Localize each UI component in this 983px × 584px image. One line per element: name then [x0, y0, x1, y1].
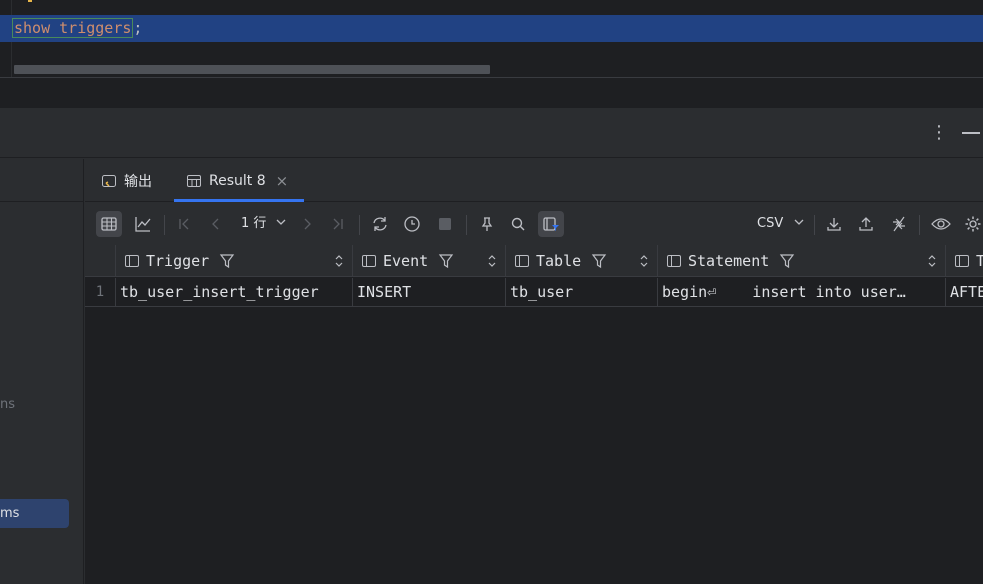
cell-statement[interactable]: begin⏎ insert into user… [658, 278, 946, 307]
toolbar-separator [164, 215, 165, 235]
gear-icon[interactable] [960, 211, 983, 237]
tab-output-label: 输出 [124, 173, 152, 190]
tool-window-header: ⋮ [0, 108, 983, 158]
search-icon[interactable] [505, 211, 531, 237]
compare-icon[interactable] [886, 211, 912, 237]
previous-page-icon[interactable] [203, 211, 229, 237]
lightbulb-icon[interactable] [24, 0, 36, 8]
tree-item[interactable]: ns [0, 395, 15, 415]
stop-icon[interactable] [432, 211, 458, 237]
column-label: T [976, 252, 983, 270]
column-label: Trigger [146, 252, 210, 270]
more-options-icon[interactable]: ⋮ [930, 122, 948, 144]
table-view-icon[interactable] [96, 211, 122, 237]
column-icon [361, 253, 377, 269]
sort-icon[interactable] [927, 254, 937, 268]
export-format-label: CSV [757, 216, 784, 231]
tree-item-selected[interactable]: ms [0, 499, 69, 528]
column-header-table[interactable]: Table [506, 245, 658, 277]
tab-result-label: Result 8 [209, 172, 266, 189]
column-header-timing[interactable]: T [946, 245, 983, 277]
tree-panel-toolbar [0, 159, 84, 202]
last-page-icon[interactable] [325, 211, 351, 237]
row-number-header [85, 245, 116, 277]
filter-icon[interactable] [438, 253, 454, 269]
next-page-icon[interactable] [294, 211, 320, 237]
sort-icon[interactable] [639, 254, 649, 268]
column-label: Event [383, 252, 429, 270]
column-icon [124, 253, 140, 269]
toolbar-separator [359, 215, 360, 235]
cell-event[interactable]: INSERT [353, 278, 506, 307]
eye-icon[interactable] [928, 211, 954, 237]
upload-icon[interactable] [853, 211, 879, 237]
filter-icon[interactable] [219, 253, 235, 269]
sql-editor[interactable]: show triggers; [0, 0, 983, 78]
sort-icon[interactable] [487, 254, 497, 268]
row-number: 1 [85, 278, 116, 307]
splitter[interactable] [0, 78, 983, 108]
column-header-trigger[interactable]: Trigger [116, 245, 353, 277]
column-icon [514, 253, 530, 269]
code-keyword: show triggers [12, 18, 134, 38]
code-semicolon: ; [133, 19, 143, 37]
cell-table[interactable]: tb_user [506, 278, 658, 307]
toolbar-separator [466, 215, 467, 235]
column-label: Table [536, 252, 582, 270]
sort-icon[interactable] [334, 254, 344, 268]
tab-result-8[interactable]: Result 8 × [186, 159, 288, 202]
page-size-dropdown[interactable]: 1 行 [241, 211, 287, 237]
code-line-selected[interactable]: show triggers; [0, 15, 983, 42]
page-size-label: 1 行 [241, 216, 267, 231]
result-grid[interactable]: Trigger Event Table Statement T 1 tb_use… [85, 245, 983, 584]
active-tab-indicator [174, 199, 304, 202]
cell-trigger[interactable]: tb_user_insert_trigger [116, 278, 353, 307]
console-output-icon [102, 174, 116, 187]
table-row[interactable]: 1 tb_user_insert_trigger INSERT tb_user … [85, 278, 983, 307]
close-icon[interactable]: × [276, 172, 289, 190]
toolbar-separator [919, 215, 920, 235]
filter-icon[interactable] [591, 253, 607, 269]
table-icon [187, 174, 201, 187]
result-toolbar: 1 行 CSV [85, 203, 983, 245]
result-tabs: 输出 Result 8 × [85, 159, 983, 202]
filter-icon[interactable] [779, 253, 795, 269]
column-header-event[interactable]: Event [353, 245, 506, 277]
first-page-icon[interactable] [171, 211, 197, 237]
column-icon [954, 253, 970, 269]
chevron-down-icon [276, 219, 286, 225]
services-tree-panel: ns ms [0, 159, 84, 584]
services-tool-window: ⋮ ns ms 输出 Result 8 × 1 行 CSV Trigger Ev… [0, 108, 983, 584]
editor-horizontal-scrollbar[interactable] [14, 65, 490, 74]
pin-icon[interactable] [474, 211, 500, 237]
column-label: Statement [688, 252, 770, 270]
chart-view-icon[interactable] [130, 211, 156, 237]
chevron-down-icon [794, 219, 804, 225]
code-text[interactable]: show triggers; [12, 15, 142, 42]
tab-output[interactable]: 输出 [101, 159, 152, 202]
cell-timing[interactable]: AFTE [946, 278, 983, 307]
history-icon[interactable] [399, 211, 425, 237]
download-icon[interactable] [821, 211, 847, 237]
toolbar-separator [814, 215, 815, 235]
refresh-icon[interactable] [367, 211, 393, 237]
column-header-statement[interactable]: Statement [658, 245, 946, 277]
grid-header: Trigger Event Table Statement T [85, 245, 983, 277]
minimize-icon[interactable] [962, 132, 980, 134]
export-format-dropdown[interactable]: CSV [757, 211, 805, 237]
filter-rows-icon[interactable] [538, 211, 564, 237]
column-icon [666, 253, 682, 269]
